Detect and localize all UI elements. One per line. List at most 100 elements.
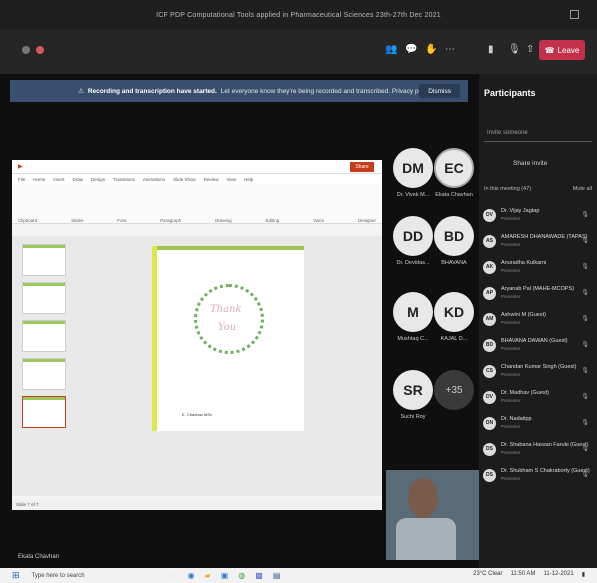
pane-title: Participants — [484, 88, 536, 98]
person-body — [396, 518, 456, 560]
list-item[interactable]: AS AMARESH DHANAWADE (TAPAS) Presenter 🎙 — [483, 228, 593, 254]
edge-icon[interactable]: ◉ — [188, 571, 195, 580]
participant-name: BHAVANA DAWAN (Guest) — [501, 338, 568, 344]
list-item[interactable]: AM Ashwini M (Guest) Presenter 🎙 — [483, 306, 593, 332]
ppt-ribbon: Clipboard Slides Font Paragraph Drawing … — [12, 184, 382, 224]
ppt-tab: Transitions — [113, 176, 135, 182]
leave-button[interactable]: ☎ Leave — [539, 40, 585, 60]
participant-list: DV Dr. Vijay Jagtap Presenter 🎙 AS AMARESH D… — [483, 202, 593, 488]
windows-taskbar: ⊞ Type here to search ▭ ◉ ▰ ▣ ◍ ▩ ▤ 23°C… — [0, 568, 597, 583]
avatar: DS — [483, 468, 496, 482]
ppt-tab: Home — [33, 176, 46, 182]
participant-name: Ashwini M (Guest) — [501, 312, 546, 318]
slide-thumbnail-selected — [22, 396, 66, 428]
share-icon[interactable]: ⇧ — [526, 44, 534, 55]
window-title: ICF PDP Computational Tools applied in P… — [156, 11, 441, 19]
weather-label: 23°C Clear — [473, 571, 503, 577]
participant-name: Anuradha Kulkarni — [501, 260, 547, 266]
info-icon[interactable] — [22, 46, 30, 54]
participant-tile[interactable]: EC Ekata Chavhan — [434, 148, 482, 198]
shared-screen: ▶ Share File Home Insert Draw Design Tra… — [12, 160, 382, 510]
invite-input[interactable]: Invite someone — [484, 126, 592, 142]
word-icon[interactable]: ▤ — [273, 571, 281, 580]
self-video — [386, 470, 479, 560]
participant-role: Presenter — [501, 346, 521, 351]
list-item[interactable]: DV Dr. Madhav (Guest) Presenter 🎙 — [483, 384, 593, 410]
participant-tile[interactable]: BD BHAVANA — [434, 216, 482, 266]
mic-off-icon: 🎙 — [581, 264, 589, 270]
camera-icon[interactable]: ▮ — [488, 44, 494, 55]
list-item[interactable]: DV Dr. Vijay Jagtap Presenter 🎙 — [483, 202, 593, 228]
meeting-header: In this meeting (47) Mute all — [484, 186, 592, 192]
participant-role: Presenter — [501, 216, 521, 221]
avatar: DS — [483, 442, 496, 456]
list-item[interactable]: BD BHAVANA DAWAN (Guest) Presenter 🎙 — [483, 332, 593, 358]
ppt-body: Thank You E. Chavhan MSc — [12, 236, 382, 496]
mic-off-icon: 🎙 — [581, 238, 589, 244]
mic-icon[interactable]: 🎙 — [508, 44, 521, 55]
ribbon-group: Designer — [357, 218, 376, 223]
person-head — [408, 478, 438, 518]
slide-thumbnail — [22, 244, 66, 276]
maximize-icon[interactable] — [570, 10, 579, 19]
mic-off-icon: 🎙 — [581, 368, 589, 374]
avatar: DM — [393, 148, 433, 188]
ppt-tab: Draw — [72, 176, 84, 182]
teams-icon[interactable]: ▩ — [255, 571, 263, 580]
warning-icon: ⚠ — [78, 88, 84, 95]
more-participants-button[interactable]: +35 — [434, 370, 474, 410]
participant-name: Dr. Vijay Jagtap — [501, 208, 540, 214]
mic-off-icon: 🎙 — [581, 212, 589, 218]
mic-off-icon: 🎙 — [581, 342, 589, 348]
avatar: AM — [483, 312, 496, 326]
participant-role: Presenter — [501, 372, 521, 377]
avatar: EC — [434, 148, 474, 188]
participant-role: Presenter — [501, 476, 521, 481]
share-invite-button[interactable]: Share invite — [513, 160, 547, 167]
taskbar-search[interactable]: Type here to search — [32, 573, 85, 579]
participant-name: Dr. Nadatipp — [501, 416, 532, 422]
chat-icon[interactable]: 💬 — [405, 44, 417, 55]
participant-name: Chandan Kumar Singh (Guest) — [501, 364, 577, 370]
chrome-icon[interactable]: ◍ — [238, 571, 245, 580]
raise-hand-icon[interactable]: ✋ — [425, 44, 437, 55]
ppt-tabs: File Home Insert Draw Design Transitions… — [12, 174, 382, 184]
avatar: SR — [393, 370, 433, 410]
ppt-tab: File — [18, 176, 26, 182]
store-icon[interactable]: ▣ — [221, 571, 229, 580]
banner-title: Recording and transcription have started… — [87, 87, 217, 95]
more-count: +35 — [434, 370, 474, 410]
avatar: DN — [483, 416, 496, 430]
meeting-stage: ⚠ Recording and transcription have start… — [0, 74, 479, 568]
banner-text: Let everyone know they're being recorded… — [220, 87, 432, 95]
participant-name: Ekata Chavhan — [435, 192, 473, 198]
recording-icon — [36, 46, 44, 54]
list-item[interactable]: AK Anuradha Kulkarni Presenter 🎙 — [483, 254, 593, 280]
participants-icon[interactable]: 👥 — [385, 44, 397, 55]
participant-role: Presenter — [501, 450, 521, 455]
participants-pane: Participants Invite someone Share invite… — [479, 74, 597, 568]
participant-role: Presenter — [501, 320, 521, 325]
dismiss-button[interactable]: Dismiss — [419, 84, 460, 98]
participant-tile[interactable]: KD KAJAL D... — [434, 292, 482, 342]
list-item[interactable]: AP Aryanab Pal (MAHE-MCOPS) Presenter 🎙 — [483, 280, 593, 306]
ppt-tab: Design — [91, 176, 106, 182]
system-tray: 23°C Clear 11:50 AM 11-12-2021 ▮ — [473, 571, 585, 578]
avatar: DV — [483, 208, 496, 222]
ppt-logo: ▶ — [18, 164, 23, 170]
mute-all-button[interactable]: Mute all — [573, 186, 592, 192]
list-item[interactable]: DS Dr. Shubham S Chakraborty (Guest) Prese… — [483, 462, 593, 488]
list-item[interactable]: DS Dr. Shabana Hassan Faruki (Guest) Prese… — [483, 436, 593, 462]
speaker-name: Ekata Chavhan — [18, 554, 60, 560]
meeting-count[interactable]: In this meeting (47) — [484, 186, 531, 192]
windows-start-icon[interactable]: ⊞ — [12, 570, 20, 581]
list-item[interactable]: DN Dr. Nadatipp Presenter 🎙 — [483, 410, 593, 436]
more-icon[interactable]: ⋯ — [445, 44, 455, 55]
mic-off-icon: 🎙 — [581, 394, 589, 400]
explorer-icon[interactable]: ▰ — [205, 571, 211, 580]
list-item[interactable]: CS Chandan Kumar Singh (Guest) Presenter 🎙 — [483, 358, 593, 384]
ppt-titlebar: ▶ Share — [12, 160, 382, 174]
slide-caption: E. Chavhan MSc — [182, 412, 213, 417]
notification-icon[interactable]: ▮ — [582, 571, 585, 578]
task-view-icon[interactable]: ▭ — [170, 571, 178, 580]
